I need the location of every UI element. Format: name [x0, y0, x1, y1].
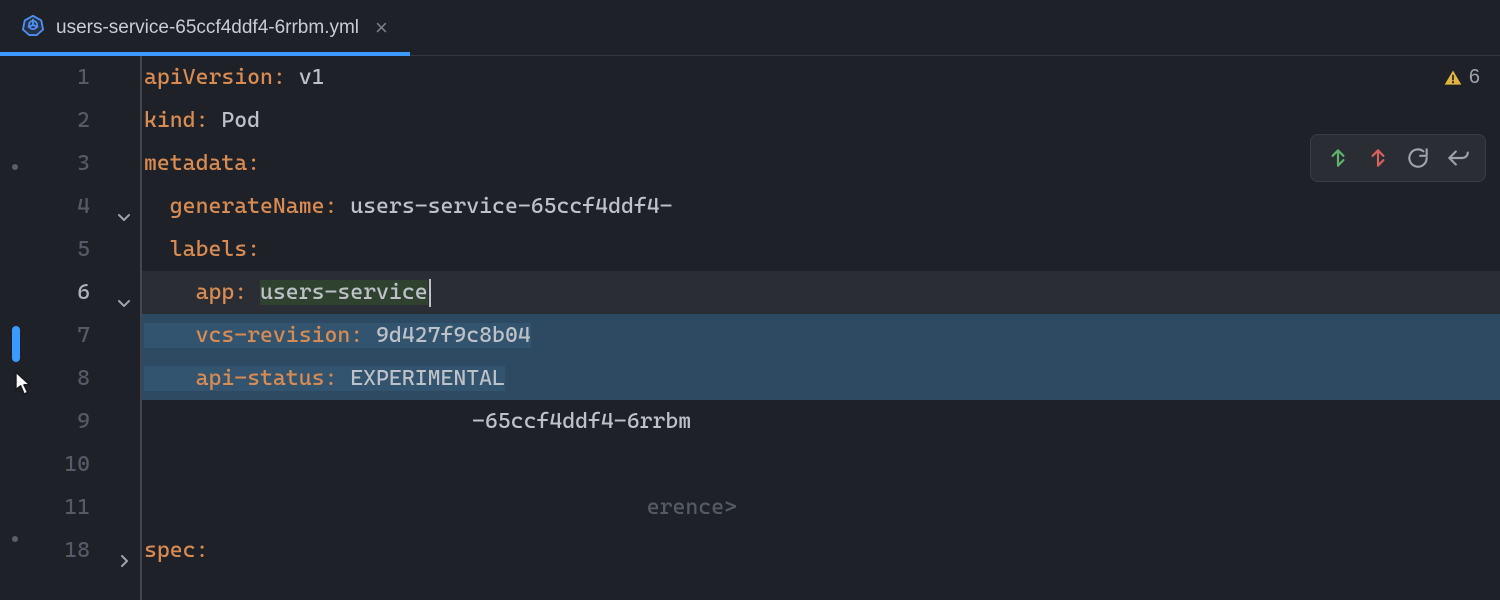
- code-line[interactable]: erence>: [142, 486, 1500, 529]
- code-area[interactable]: apiVersion: v1 kind: Pod metadata: gener…: [140, 56, 1500, 600]
- kubernetes-icon: [22, 14, 44, 42]
- tab-active[interactable]: users-service-65ccf4ddf4-6rrbm.yml ×: [0, 0, 410, 55]
- code-line[interactable]: api-status: EXPERIMENTAL: [142, 357, 1500, 400]
- tab-close-icon[interactable]: ×: [375, 17, 388, 39]
- line-number: 9: [30, 400, 98, 443]
- code-line[interactable]: [142, 400, 1500, 443]
- text-caret: [429, 279, 431, 307]
- fold-gutter: [98, 56, 140, 600]
- code-line[interactable]: kind: Pod: [142, 99, 1500, 142]
- editor: 1 2 3 4 5 6 7 8 9 10 11 18: [0, 56, 1500, 600]
- code-line[interactable]: apiVersion: v1: [142, 56, 1500, 99]
- line-number: 1: [30, 56, 98, 99]
- code-line[interactable]: [142, 443, 1500, 486]
- tab-filename: users-service-65ccf4ddf4-6rrbm.yml: [56, 17, 359, 39]
- code-line[interactable]: vcs-revision: 9d427f9c8b04: [142, 314, 1500, 357]
- fold-toggle-icon[interactable]: [13, 541, 132, 600]
- code-line[interactable]: spec:: [142, 529, 1500, 572]
- code-line[interactable]: metadata:: [142, 142, 1500, 185]
- code-line[interactable]: labels:: [142, 228, 1500, 271]
- code-line[interactable]: generateName: users-service-65ccf4ddf4-: [142, 185, 1500, 228]
- line-number: 10: [30, 443, 98, 486]
- tabbar: users-service-65ccf4ddf4-6rrbm.yml ×: [0, 0, 1500, 56]
- code-line[interactable]: app: users-service: [142, 271, 1500, 314]
- line-number: 2: [30, 99, 98, 142]
